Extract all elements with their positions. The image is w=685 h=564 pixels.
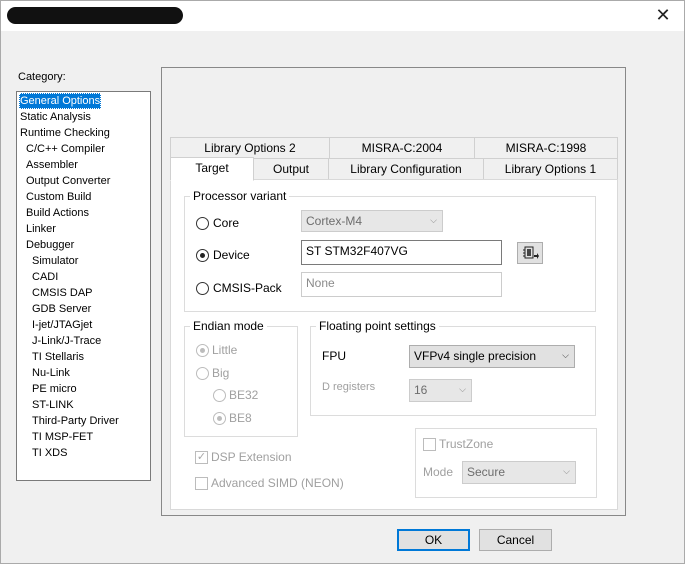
- category-item[interactable]: J-Link/J-Trace: [31, 333, 102, 349]
- chevron-down-icon: ⌵: [562, 351, 569, 361]
- category-item[interactable]: Assembler: [25, 157, 79, 173]
- category-item[interactable]: TI MSP-FET: [31, 429, 94, 445]
- category-item[interactable]: I-jet/JTAGjet: [31, 317, 93, 333]
- device-label: Device: [213, 248, 250, 262]
- title-bar: ✕: [1, 1, 684, 31]
- category-item[interactable]: General Options: [19, 93, 102, 109]
- tab-misra-2004[interactable]: MISRA-C:2004: [329, 137, 475, 159]
- be8-label: BE8: [229, 411, 252, 425]
- trustzone-checkbox[interactable]: [423, 438, 436, 451]
- cmsis-pack-field[interactable]: None: [301, 272, 502, 297]
- big-endian-label: Big: [212, 366, 230, 380]
- floating-point-title: Floating point settings: [316, 319, 439, 333]
- category-list[interactable]: General Options Static Analysis Runtime Ch…: [16, 91, 151, 481]
- little-endian-label: Little: [212, 343, 238, 357]
- core-select[interactable]: Cortex-M4 ⌵: [301, 210, 443, 232]
- chevron-down-icon: ⌵: [430, 216, 437, 226]
- category-item[interactable]: TI XDS: [31, 445, 68, 461]
- close-icon[interactable]: ✕: [652, 5, 674, 27]
- trustzone-mode-select[interactable]: Secure ⌵: [462, 461, 576, 484]
- d-registers-label: D registers: [322, 381, 376, 393]
- advanced-simd-label: Advanced SIMD (NEON): [211, 476, 344, 490]
- advanced-simd-checkbox[interactable]: [195, 477, 208, 490]
- cmsis-pack-label: CMSIS-Pack: [213, 281, 282, 295]
- core-radio[interactable]: [196, 217, 209, 230]
- chevron-down-icon: ⌵: [563, 467, 570, 477]
- category-item[interactable]: Build Actions: [25, 205, 90, 221]
- ok-button[interactable]: OK: [397, 529, 470, 551]
- big-endian-radio[interactable]: [196, 367, 209, 380]
- tab-library-options-1[interactable]: Library Options 1: [483, 158, 618, 180]
- dsp-extension-label: DSP Extension: [211, 450, 292, 464]
- be32-label: BE32: [229, 388, 259, 402]
- category-item[interactable]: Static Analysis: [19, 109, 92, 125]
- tab-library-configuration[interactable]: Library Configuration: [328, 158, 484, 180]
- select-device-icon: [523, 246, 539, 259]
- chevron-down-icon: ⌵: [459, 385, 466, 395]
- little-endian-radio[interactable]: [196, 344, 209, 357]
- category-item[interactable]: Custom Build: [25, 189, 92, 205]
- category-item[interactable]: Linker: [25, 221, 57, 237]
- device-field[interactable]: ST STM32F407VG: [301, 240, 502, 265]
- tab-library-options-2[interactable]: Library Options 2: [170, 137, 330, 159]
- device-select-button[interactable]: [517, 242, 543, 264]
- category-item[interactable]: Third-Party Driver: [31, 413, 120, 429]
- category-item[interactable]: CADI: [31, 269, 59, 285]
- tab-output[interactable]: Output: [253, 158, 329, 180]
- tab-target[interactable]: Target: [170, 157, 254, 181]
- category-item[interactable]: CMSIS DAP: [31, 285, 94, 301]
- category-item[interactable]: ST-LINK: [31, 397, 75, 413]
- category-label: Category:: [18, 71, 66, 83]
- be32-radio[interactable]: [213, 389, 226, 402]
- category-item[interactable]: PE micro: [31, 381, 78, 397]
- floating-point-group: [310, 326, 596, 416]
- category-item[interactable]: Runtime Checking: [19, 125, 111, 141]
- fpu-label: FPU: [322, 349, 346, 363]
- category-item[interactable]: Nu-Link: [31, 365, 71, 381]
- core-label: Core: [213, 216, 240, 230]
- category-item[interactable]: GDB Server: [31, 301, 92, 317]
- redacted-title: [7, 7, 183, 24]
- category-item[interactable]: TI Stellaris: [31, 349, 85, 365]
- category-item[interactable]: Simulator: [31, 253, 79, 269]
- trustzone-mode-label: Mode: [423, 465, 454, 479]
- endian-mode-title: Endian mode: [190, 319, 267, 333]
- tab-misra-1998[interactable]: MISRA-C:1998: [474, 137, 618, 159]
- processor-variant-title: Processor variant: [190, 189, 290, 203]
- trustzone-label: TrustZone: [439, 437, 494, 451]
- category-item[interactable]: C/C++ Compiler: [25, 141, 106, 157]
- fpu-select[interactable]: VFPv4 single precision ⌵: [409, 345, 575, 368]
- cancel-button[interactable]: Cancel: [479, 529, 552, 551]
- cmsis-pack-radio[interactable]: [196, 282, 209, 295]
- d-registers-select[interactable]: 16 ⌵: [409, 379, 472, 402]
- dsp-extension-checkbox[interactable]: ✓: [195, 451, 208, 464]
- device-radio[interactable]: [196, 249, 209, 262]
- category-item[interactable]: Output Converter: [25, 173, 111, 189]
- be8-radio[interactable]: [213, 412, 226, 425]
- category-item[interactable]: Debugger: [25, 237, 75, 253]
